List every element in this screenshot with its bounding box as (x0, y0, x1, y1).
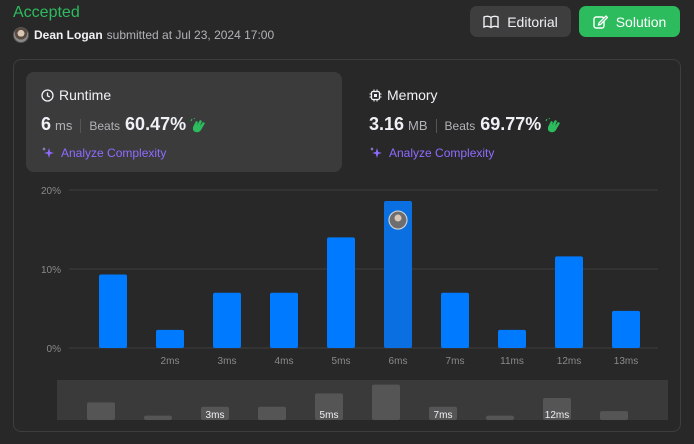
clapping-hands-icon (190, 118, 206, 133)
x-tick-label: 7ms (446, 356, 465, 367)
chart-bar[interactable] (555, 256, 583, 348)
runtime-unit: ms (55, 118, 73, 133)
clock-icon (41, 88, 54, 102)
avatar-face (394, 214, 402, 222)
chart-bar[interactable] (270, 292, 298, 348)
memory-card[interactable]: Memory 3.16 MB Beats 69.77% Analyze Comp… (354, 72, 670, 172)
chart-bar[interactable] (156, 329, 184, 348)
editorial-button[interactable]: Editorial (470, 6, 571, 37)
runtime-card[interactable]: Runtime 6 ms Beats 60.47% Analyze Comple… (26, 72, 342, 172)
chip-icon (369, 89, 382, 101)
divider (80, 119, 82, 133)
chart-bar[interactable] (498, 329, 526, 348)
overview-bar (258, 406, 286, 420)
submitter-name[interactable]: Dean Logan (34, 28, 103, 42)
chart-bar[interactable] (327, 237, 355, 348)
x-tick-label: 5ms (332, 356, 351, 367)
clapping-hands-icon (545, 118, 561, 133)
overview-label: 12ms (545, 410, 569, 421)
editorial-label: Editorial (507, 13, 558, 30)
memory-beats-value: 69.77% (480, 114, 542, 134)
x-tick-label: 2ms (161, 356, 180, 367)
chart-bar[interactable] (612, 310, 640, 348)
x-tick-label: 3ms (218, 356, 237, 367)
avatar[interactable] (13, 27, 29, 43)
memory-unit: MB (408, 118, 428, 133)
overview-bar (372, 384, 400, 420)
x-tick-label: 4ms (275, 356, 294, 367)
overview-label: 3ms (206, 410, 225, 421)
range-slider-track[interactable] (57, 380, 668, 420)
y-tick-label: 0% (47, 344, 62, 355)
solution-label: Solution (615, 13, 667, 30)
x-tick-label: 11ms (500, 356, 524, 367)
submission-info: Dean Logan submitted at Jul 23, 2024 17:… (13, 27, 274, 43)
chart-bar[interactable] (99, 274, 127, 348)
runtime-beats-label: Beats (89, 119, 121, 133)
divider (435, 119, 437, 133)
overview-bar (486, 415, 514, 420)
memory-title: Memory (387, 87, 438, 103)
runtime-beats-value: 60.47% (125, 114, 187, 134)
status-title: Accepted (13, 4, 80, 21)
overview-bar (600, 411, 628, 420)
analyze-label-runtime: Analyze Complexity (61, 146, 167, 160)
book-icon (483, 15, 499, 28)
memory-value: 3.16 (369, 114, 405, 134)
analyze-label-memory: Analyze Complexity (389, 146, 495, 160)
sparkle-icon (42, 147, 54, 158)
sparkle-icon (370, 147, 382, 158)
y-tick-label: 10% (41, 265, 61, 276)
runtime-title: Runtime (59, 87, 112, 103)
memory-beats-label: Beats (444, 119, 476, 133)
runtime-value: 6 (41, 114, 52, 134)
chart-bar[interactable] (441, 292, 469, 348)
analyze-complexity-link-memory[interactable]: Analyze Complexity (369, 146, 655, 160)
chart-bar[interactable] (213, 292, 241, 348)
solution-button[interactable]: Solution (579, 6, 680, 37)
x-tick-label: 13ms (614, 356, 638, 367)
overview-label: 5ms (320, 410, 339, 421)
edit-icon (593, 15, 608, 29)
analyze-complexity-link-runtime[interactable]: Analyze Complexity (41, 146, 327, 160)
y-tick-label: 20% (41, 186, 61, 197)
x-tick-label: 6ms (389, 356, 408, 367)
overview-bar (144, 415, 172, 420)
x-tick-label: 12ms (557, 356, 581, 367)
overview-bar (87, 402, 115, 420)
submitted-at: submitted at Jul 23, 2024 17:00 (106, 28, 275, 42)
overview-label: 7ms (434, 410, 453, 421)
